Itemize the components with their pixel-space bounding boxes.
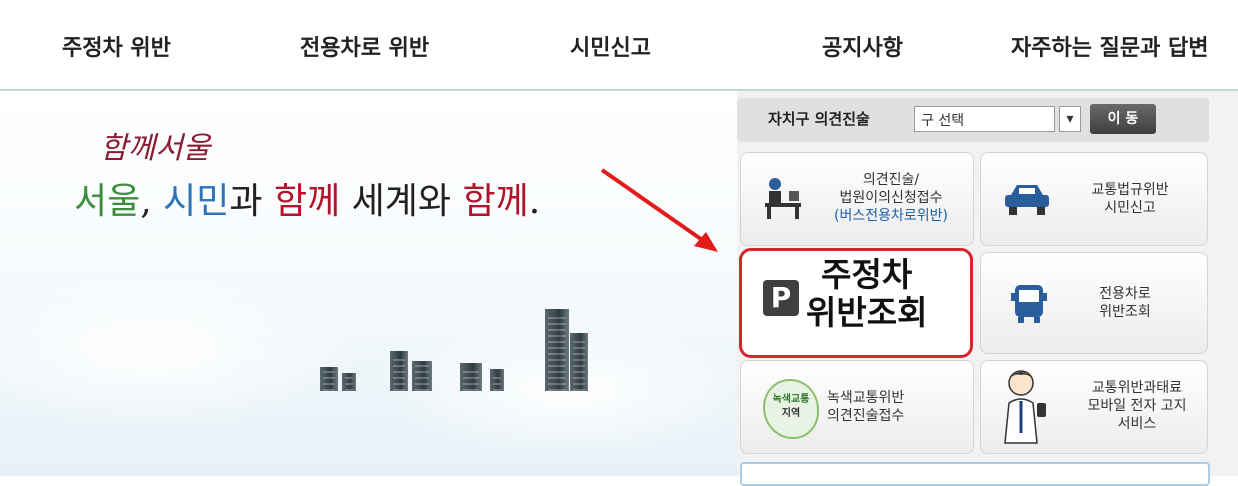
bus-lane-lookup-card[interactable]: 전용차로 위반조회 [980,252,1208,354]
nav-item-citizen-report[interactable]: 시민신고 [570,30,651,62]
man-with-phone-icon [1004,370,1046,444]
district-label: 자치구 의견진술 [768,110,870,128]
slogan-title: 서울, 시민과 함께 세계와 함께. [74,181,541,222]
cloud-decoration [0,271,360,431]
citizen-report-card[interactable]: 교통법규위반 시민신고 [980,152,1208,246]
district-select[interactable]: 구 선택 [914,106,1055,132]
green-zone-badge-icon: 녹색교통 지역 [763,379,819,439]
parking-icon: P [763,280,799,316]
desk-worker-icon [765,178,801,219]
parking-violation-lookup-label: 주정차 위반조회 [806,255,928,332]
mobile-notice-card[interactable]: 교통위반과태료 모바일 전자 고지 서비스 [980,360,1208,454]
nav-item-faq[interactable]: 자주하는 질문과 답변 [1011,30,1208,62]
nav-item-notices[interactable]: 공지사항 [822,30,903,62]
nav-item-lane-violation[interactable]: 전용차로 위반 [300,30,429,62]
slogan-subtitle: 함께서울 [100,131,211,166]
chevron-down-icon[interactable]: ▾ [1059,106,1081,132]
green-zone-opinion-card[interactable]: 녹색교통 지역 녹색교통위반 의견진술접수 [740,360,974,454]
bottom-info-box [740,462,1210,486]
opinion-submission-card[interactable]: 의견진술/ 법원이의신청접수 (버스전용차로위반) [740,152,974,246]
pointer-arrow-icon [600,168,718,252]
top-nav: 주정차 위반 전용차로 위반 시민신고 공지사항 자주하는 질문과 답변 [0,0,1238,91]
go-button[interactable]: 이 동 [1090,104,1156,134]
car-icon [1005,185,1049,215]
nav-item-parking-violation[interactable]: 주정차 위반 [62,30,171,62]
bus-icon [1011,285,1047,323]
